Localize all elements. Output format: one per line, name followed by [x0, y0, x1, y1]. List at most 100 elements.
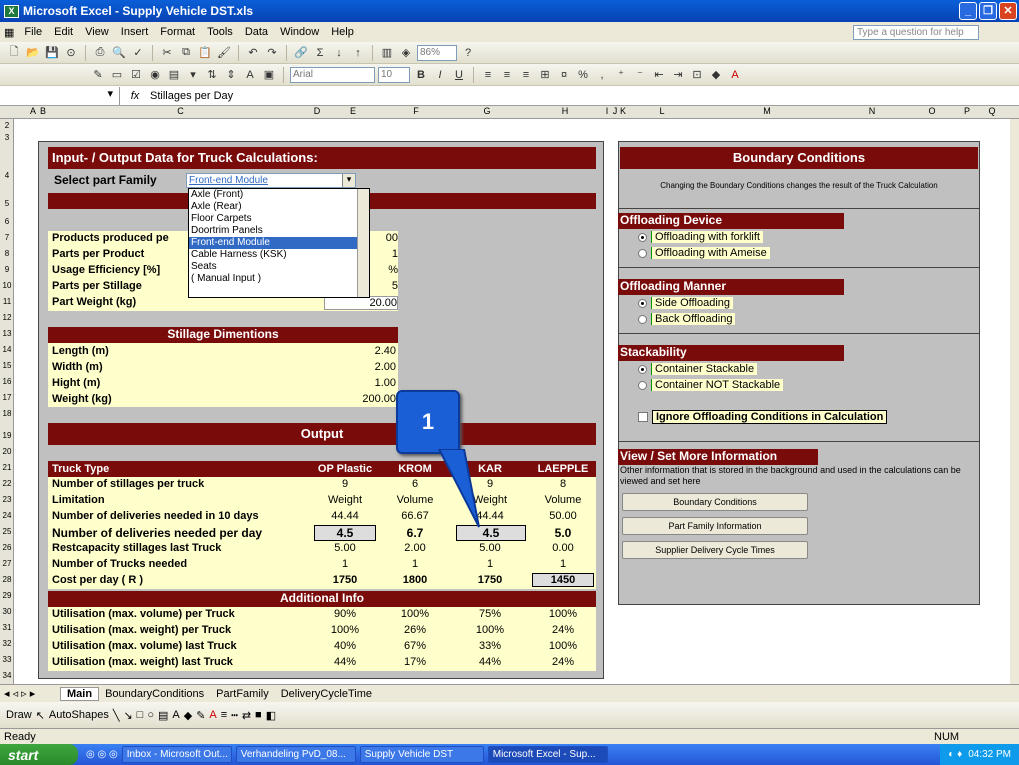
- radio-icon[interactable]: [638, 314, 647, 324]
- dropdown-option[interactable]: ( Manual Input ): [189, 273, 369, 285]
- start-button[interactable]: start: [0, 744, 78, 765]
- radio-icon[interactable]: [638, 298, 647, 308]
- stillage-value[interactable]: 1.00: [324, 377, 396, 389]
- line-icon[interactable]: ╲: [113, 709, 120, 722]
- row-header[interactable]: 22: [0, 479, 14, 488]
- font-size-combo[interactable]: 10: [378, 66, 410, 83]
- italic-icon[interactable]: I: [432, 67, 448, 83]
- row-header[interactable]: 33: [0, 655, 14, 664]
- dec-decimal-icon[interactable]: ⁻: [632, 67, 648, 83]
- tab-part-family[interactable]: PartFamily: [210, 688, 275, 700]
- row-header[interactable]: 11: [0, 297, 14, 306]
- additional-cell[interactable]: 26%: [380, 624, 450, 636]
- radio-icon[interactable]: [638, 364, 647, 374]
- print-icon[interactable]: ⎙: [92, 45, 108, 61]
- menu-window[interactable]: Window: [274, 26, 325, 38]
- part-weight-value[interactable]: 20.00: [324, 296, 398, 310]
- column-p[interactable]: P: [957, 106, 977, 116]
- oval-icon[interactable]: ○: [147, 709, 154, 721]
- stack-option-no[interactable]: Container NOT Stackable: [638, 379, 784, 391]
- zoom-combo[interactable]: 86%: [417, 44, 457, 61]
- column-a[interactable]: A: [28, 106, 38, 116]
- output-cell[interactable]: 5.0: [530, 526, 596, 540]
- device-option-ameise[interactable]: Offloading with Ameise: [638, 247, 770, 259]
- cut-icon[interactable]: ✂: [159, 45, 175, 61]
- listbox-icon[interactable]: ▤: [166, 67, 182, 83]
- paste-icon[interactable]: 📋: [197, 45, 213, 61]
- drawing-icon[interactable]: ◈: [398, 45, 414, 61]
- row-header[interactable]: 21: [0, 463, 14, 472]
- dropdown-option[interactable]: Doortrim Panels: [189, 225, 369, 237]
- worksheet[interactable]: Input- / Output Data for Truck Calculati…: [14, 119, 1010, 684]
- column-h[interactable]: H: [527, 106, 603, 116]
- additional-cell[interactable]: 67%: [380, 640, 450, 652]
- sort-asc-icon[interactable]: ↓: [331, 45, 347, 61]
- menu-file[interactable]: File: [18, 26, 48, 38]
- 3d-icon[interactable]: ◧: [266, 709, 276, 722]
- tab-main[interactable]: Main: [60, 686, 100, 701]
- row-header[interactable]: 32: [0, 639, 14, 648]
- fill-color-icon[interactable]: ◆: [184, 709, 192, 722]
- output-cell[interactable]: 1: [450, 558, 530, 570]
- row-header[interactable]: 15: [0, 361, 14, 370]
- task-outlook[interactable]: Inbox - Microsoft Out...: [121, 746, 232, 763]
- line-color-icon[interactable]: ✎: [196, 709, 205, 722]
- select-objects-icon[interactable]: ↖: [36, 709, 45, 722]
- row-header[interactable]: 29: [0, 591, 14, 600]
- menu-edit[interactable]: Edit: [48, 26, 79, 38]
- task-excel[interactable]: Microsoft Excel - Sup...: [487, 746, 608, 763]
- column-e[interactable]: E: [321, 106, 385, 116]
- column-q[interactable]: Q: [977, 106, 1007, 116]
- spelling-icon[interactable]: ✓: [130, 45, 146, 61]
- part-family-dropdown[interactable]: Axle (Front) Axle (Rear) Floor Carpets D…: [188, 188, 370, 298]
- output-cell[interactable]: Weight: [310, 494, 380, 506]
- new-icon[interactable]: 🗋: [6, 45, 22, 61]
- undo-icon[interactable]: ↶: [245, 45, 261, 61]
- row-header[interactable]: 17: [0, 393, 14, 402]
- row-header[interactable]: 34: [0, 671, 14, 680]
- additional-cell[interactable]: 33%: [450, 640, 530, 652]
- output-cell-highlight[interactable]: 1450: [532, 573, 594, 587]
- row-header[interactable]: 6: [0, 217, 14, 226]
- additional-cell[interactable]: 75%: [450, 608, 530, 620]
- name-box[interactable]: ▾: [0, 86, 120, 105]
- output-cell[interactable]: 1800: [380, 574, 450, 586]
- row-header[interactable]: 24: [0, 511, 14, 520]
- additional-cell[interactable]: 100%: [530, 640, 596, 652]
- output-cell[interactable]: 9: [310, 478, 380, 490]
- format-painter-icon[interactable]: 🖌: [216, 45, 232, 61]
- dec-indent-icon[interactable]: ⇤: [651, 67, 667, 83]
- row-header[interactable]: 8: [0, 249, 14, 258]
- stillage-value[interactable]: 2.40: [324, 345, 396, 357]
- dropdown-option-selected[interactable]: Front-end Module: [189, 237, 369, 249]
- menu-help[interactable]: Help: [325, 26, 360, 38]
- minimize-button[interactable]: _: [959, 2, 977, 20]
- device-option-forklift[interactable]: Offloading with forklift: [638, 231, 763, 243]
- dropdown-option[interactable]: Floor Carpets: [189, 213, 369, 225]
- borders-icon[interactable]: ⊡: [689, 67, 705, 83]
- column-i[interactable]: I: [603, 106, 611, 116]
- radio-icon[interactable]: [638, 248, 647, 258]
- row-header[interactable]: 5: [0, 199, 14, 208]
- line-style-icon[interactable]: ≡: [221, 709, 227, 721]
- additional-cell[interactable]: 100%: [530, 608, 596, 620]
- additional-cell[interactable]: 17%: [380, 656, 450, 668]
- doc-icon[interactable]: ▦: [4, 26, 14, 39]
- column-l[interactable]: L: [627, 106, 697, 116]
- autoshapes-menu[interactable]: AutoShapes: [49, 709, 109, 721]
- checkbox-icon[interactable]: ☑: [128, 67, 144, 83]
- additional-cell[interactable]: 100%: [310, 624, 380, 636]
- additional-cell[interactable]: 44%: [310, 656, 380, 668]
- copy-icon[interactable]: ⧉: [178, 45, 194, 61]
- tab-nav-arrows[interactable]: ◂ ◃ ▹ ▸: [0, 687, 60, 700]
- task-folder[interactable]: Supply Vehicle DST: [359, 746, 484, 763]
- restore-button[interactable]: ❐: [979, 2, 997, 20]
- fx-icon[interactable]: fx: [120, 90, 150, 102]
- additional-cell[interactable]: 100%: [380, 608, 450, 620]
- help-icon[interactable]: ?: [460, 45, 476, 61]
- output-cell[interactable]: 44.44: [310, 510, 380, 522]
- column-k[interactable]: K: [619, 106, 627, 116]
- part-family-info-button[interactable]: Part Family Information: [622, 517, 808, 535]
- menu-format[interactable]: Format: [154, 26, 201, 38]
- arrow-icon[interactable]: ↘: [123, 709, 132, 722]
